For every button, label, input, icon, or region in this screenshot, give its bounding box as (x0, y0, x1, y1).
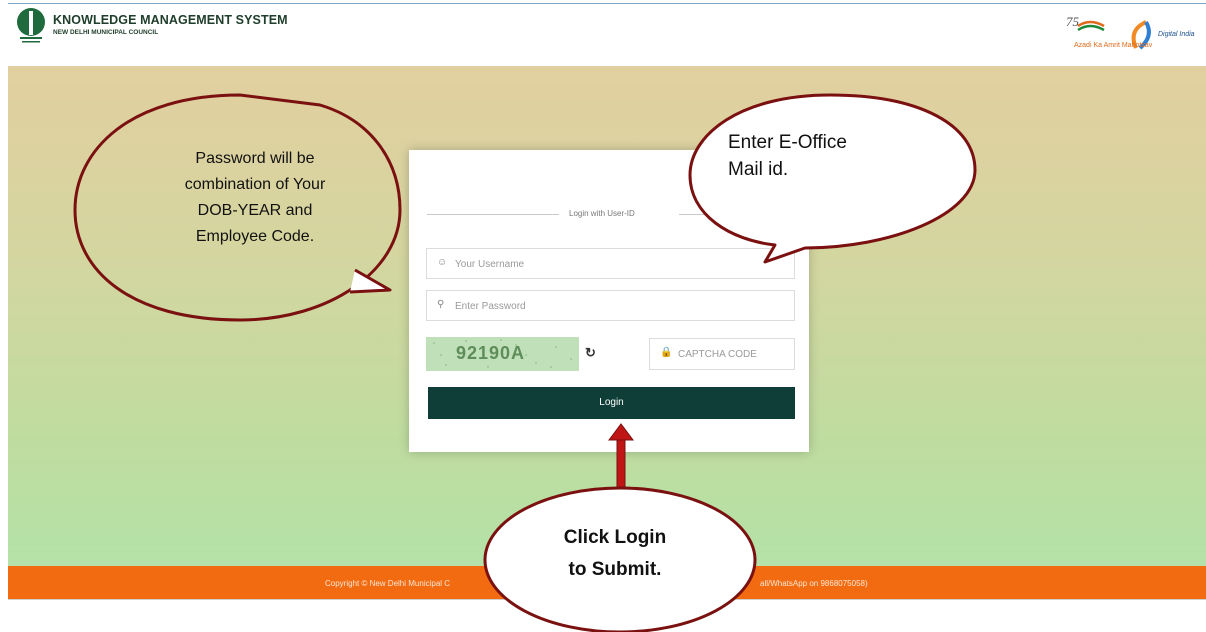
login-hint-text: Click Login to Submit. (563, 527, 667, 580)
azadi-logo-icon: 75 (1066, 14, 1105, 32)
refresh-captcha-icon[interactable]: ↻ (585, 345, 596, 361)
svg-text:Digital India: Digital India (1158, 31, 1195, 38)
password-input[interactable]: ⚲ Enter Password (426, 290, 795, 321)
footer-copyright: Copyright © New Delhi Municipal C (325, 579, 451, 588)
captcha-input[interactable]: 🔒 CAPTCHA CODE (649, 338, 795, 370)
azadi-logo-text: Azadi Ka Amrit Mahotsav (1074, 42, 1153, 49)
login-button[interactable]: Login (428, 387, 795, 419)
username-hint-text: Enter E-Office Mail id. (728, 132, 847, 180)
username-input[interactable]: ☺ Your Username (426, 248, 795, 279)
user-icon: ☺ (437, 257, 448, 268)
app-subtitle: NEW DELHI MUNICIPAL COUNCIL (53, 29, 159, 36)
lock-icon: 🔒 (660, 347, 673, 358)
top-header: KNOWLEDGE MANAGEMENT SYSTEM NEW DELHI MU… (8, 3, 1206, 66)
partner-logos: 75 Digital India (1066, 14, 1195, 50)
captcha-image: 92190A (426, 337, 579, 371)
password-placeholder: Enter Password (455, 301, 526, 312)
divider-right (679, 214, 737, 215)
ndmc-emblem-icon (17, 8, 45, 43)
captcha-text: 92190A (456, 343, 526, 363)
username-placeholder: Your Username (455, 259, 525, 270)
password-hint-text: Password will be combination of Your DOB… (184, 150, 326, 245)
login-divider-label: Login with User-ID (569, 209, 635, 218)
footer-divider (8, 599, 1206, 600)
svg-text:75: 75 (1066, 14, 1080, 29)
captcha-placeholder: CAPTCHA CODE (678, 349, 757, 360)
login-card: Login with User-ID ☺ Your Username ⚲ Ent… (409, 150, 809, 452)
app-title: KNOWLEDGE MANAGEMENT SYSTEM (53, 13, 288, 27)
key-icon: ⚲ (437, 299, 445, 310)
divider-left (427, 214, 559, 215)
footer-contact: all/WhatsApp on 9868075058) (760, 579, 868, 588)
